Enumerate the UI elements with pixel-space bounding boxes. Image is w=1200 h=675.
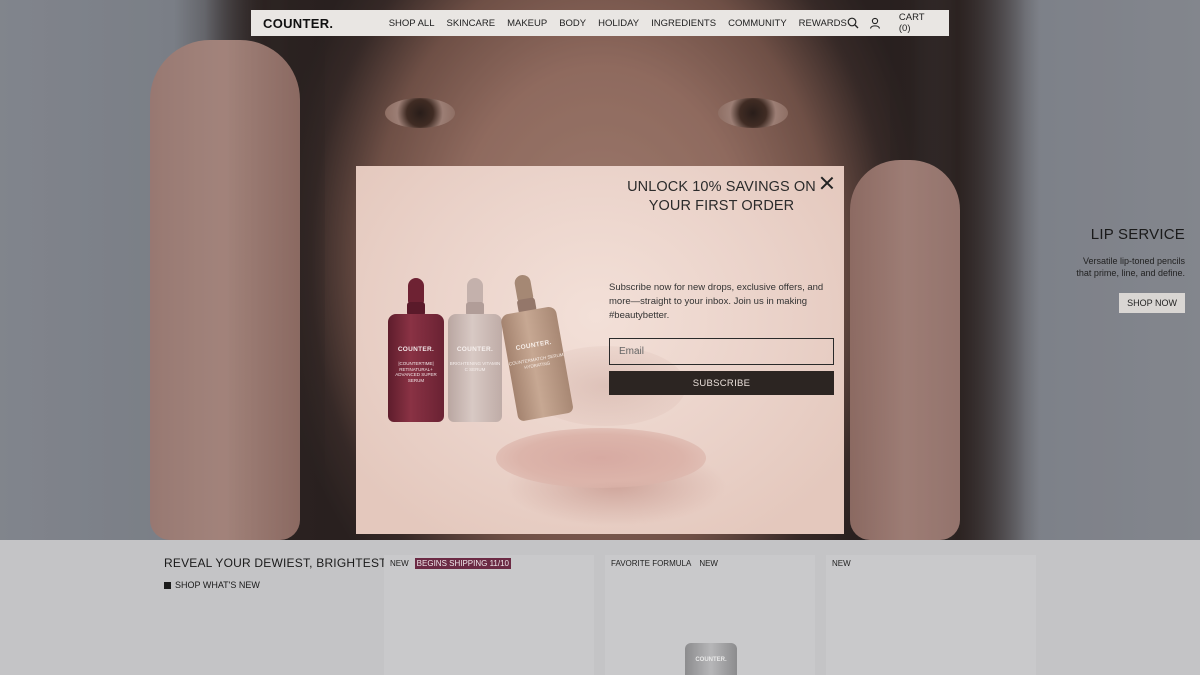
promo-desc-line1: Versatile lip-toned pencils [1082,256,1185,266]
promo-desc-line2: that prime, line, and define. [1076,268,1185,278]
bottle-brand-label: COUNTER. [456,346,494,353]
section-title: REVEAL YOUR DEWIEST, BRIGHTEST SKIN [164,556,419,570]
shop-whats-new-link[interactable]: SHOP WHAT'S NEW [164,580,260,590]
new-arrivals-section: REVEAL YOUR DEWIEST, BRIGHTEST SKIN SHOP… [0,540,1200,675]
modal-title: UNLOCK 10% SAVINGS ON YOUR FIRST ORDER [627,179,816,214]
product-bottle-vitamin-c: COUNTER. BRIGHTENING VITAMIN C SERUM [448,278,502,424]
shop-now-button[interactable]: SHOP NOW [1119,293,1185,313]
badge-new: NEW [832,559,851,568]
badge-shipping: BEGINS SHIPPING 11/10 [414,558,512,569]
badge-favorite: FAVORITE FORMULA [611,559,692,568]
nav-skincare[interactable]: SKINCARE [446,18,495,29]
bottle-brand-label: COUNTER. [397,346,435,353]
user-icon[interactable] [869,17,881,29]
modal-description: Subscribe now for new drops, exclusive o… [609,282,824,321]
badge-new: NEW [390,559,409,568]
promo-lip-service: LIP SERVICE Versatile lip-toned pencils … [1076,226,1185,313]
product-card[interactable]: FAVORITE FORMULA NEW COUNTER. [605,555,815,675]
email-field[interactable] [609,338,834,365]
nav-body[interactable]: BODY [559,18,586,29]
bottle-product-label: |COUNTERTIME| RETINATURAL+ ADVANCED SUPE… [395,361,437,383]
shop-whats-new-label: SHOP WHAT'S NEW [175,580,260,590]
product-image: COUNTER. [685,643,737,675]
nav-makeup[interactable]: MAKEUP [507,18,547,29]
brand-logo[interactable]: COUNTER. [263,16,389,31]
nav-shop-all[interactable]: SHOP ALL [389,18,435,29]
nav-ingredients[interactable]: INGREDIENTS [651,18,716,29]
nav-rewards[interactable]: REWARDS [799,18,847,29]
product-card[interactable]: NEW BEGINS SHIPPING 11/10 [384,555,594,675]
newsletter-modal: COUNTER. |COUNTERTIME| RETINATURAL+ ADVA… [356,166,844,534]
nav-community[interactable]: COMMUNITY [728,18,787,29]
subscribe-button[interactable]: SUBSCRIBE [609,371,834,395]
product-bottle-retinol: COUNTER. |COUNTERTIME| RETINATURAL+ ADVA… [388,278,444,424]
promo-description: Versatile lip-toned pencils that prime, … [1076,255,1185,279]
product-brand-label: COUNTER. [695,657,727,663]
search-icon[interactable] [847,17,859,29]
top-nav: COUNTER. SHOP ALL SKINCARE MAKEUP BODY H… [251,10,949,36]
product-card[interactable]: NEW [826,555,1036,675]
cart-link[interactable]: CART (0) [899,12,937,34]
bottle-product-label: BRIGHTENING VITAMIN C SERUM [449,361,501,372]
promo-title: LIP SERVICE [1090,226,1185,243]
badge-new: NEW [699,559,718,568]
square-bullet-icon [164,581,171,589]
nav-holiday[interactable]: HOLIDAY [598,18,639,29]
nav-links: SHOP ALL SKINCARE MAKEUP BODY HOLIDAY IN… [389,18,847,29]
